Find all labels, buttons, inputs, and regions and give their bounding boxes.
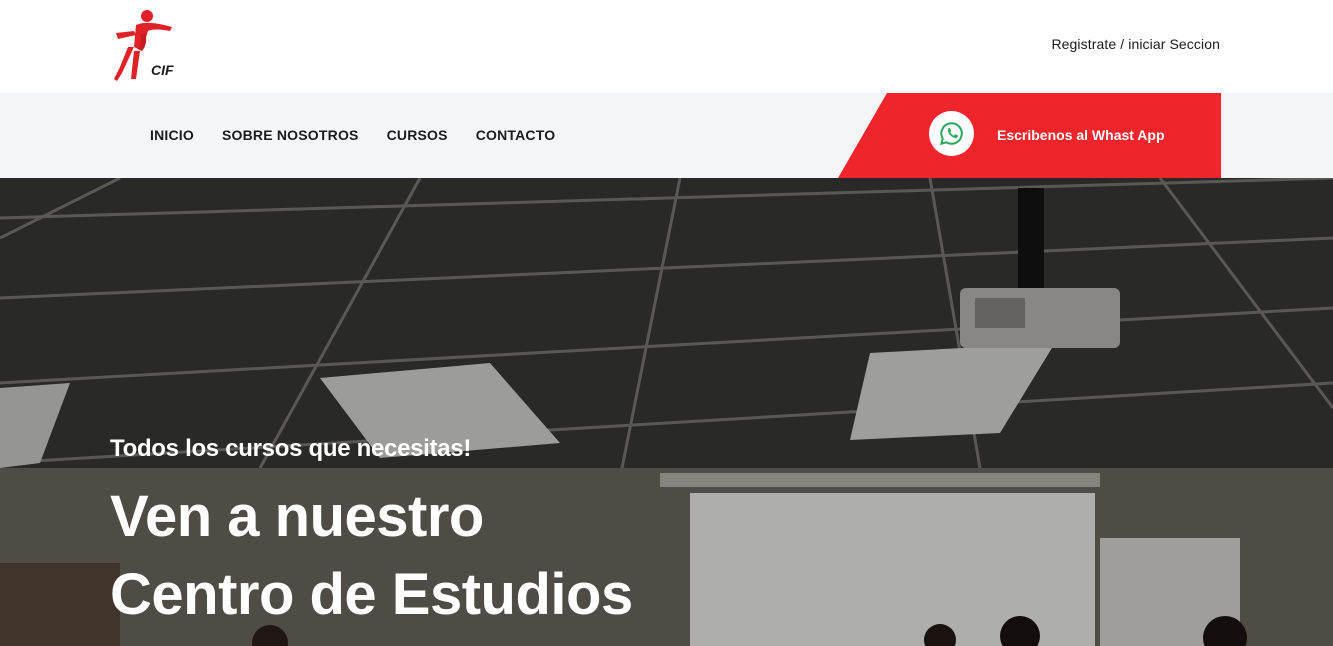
nav-link-sobre-nosotros[interactable]: SOBRE NOSOTROS (222, 127, 359, 143)
nav-item-contacto: CONTACTO (476, 127, 556, 145)
logo-text: CIF (151, 62, 174, 78)
whatsapp-icon (939, 122, 963, 146)
whatsapp-link[interactable]: Escribenos al Whast App (997, 127, 1165, 143)
hero-title-line-2: Centro de Estudios (110, 562, 633, 627)
hero-section: Todos los cursos que necesitas! Ven a nu… (0, 178, 1333, 646)
site-header: CIF Registrate / iniciar Seccion (0, 0, 1333, 93)
hero-title: Ven a nuestro Centro de Estudios (110, 478, 633, 634)
nav-link-contacto[interactable]: CONTACTO (476, 127, 556, 143)
whatsapp-button[interactable] (929, 111, 974, 156)
nav-item-cursos: CURSOS (387, 127, 448, 145)
nav-menu: INICIO SOBRE NOSOTROS CURSOS CONTACTO (150, 93, 555, 178)
nav-link-cursos[interactable]: CURSOS (387, 127, 448, 143)
hero-title-line-1: Ven a nuestro (110, 484, 484, 549)
nav-link-inicio[interactable]: INICIO (150, 127, 194, 143)
hero-subtitle: Todos los cursos que necesitas! (110, 435, 472, 462)
nav-item-sobre-nosotros: SOBRE NOSOTROS (222, 127, 359, 145)
nav-item-inicio: INICIO (150, 127, 194, 145)
register-login-link[interactable]: Registrate / iniciar Seccion (1051, 36, 1220, 52)
